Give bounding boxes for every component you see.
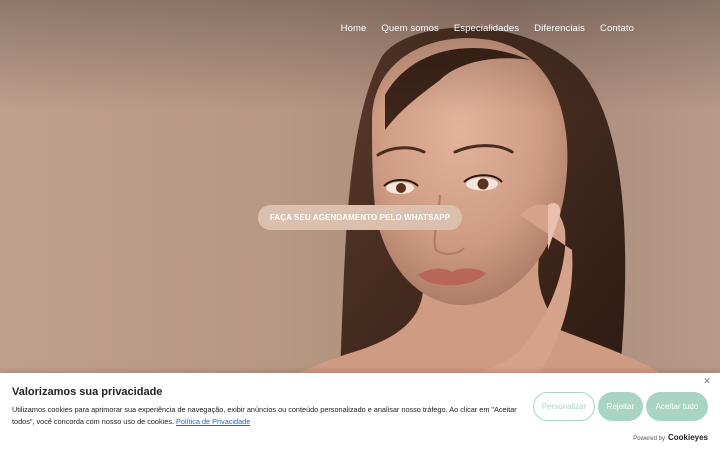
cookie-banner-title: Valorizamos sua privacidade	[12, 386, 163, 398]
nav-especialidades[interactable]: Especialidades	[454, 23, 519, 34]
accept-all-button[interactable]: Aceitar tudo	[646, 392, 708, 421]
close-icon[interactable]: ✕	[702, 376, 712, 386]
hero-section: Home Quem somos Especialidades Diferenci…	[0, 0, 720, 373]
nav-quem-somos[interactable]: Quem somos	[381, 23, 439, 34]
privacy-policy-link[interactable]: Política de Privacidade	[176, 417, 250, 426]
nav-home[interactable]: Home	[341, 23, 367, 34]
nav-contato[interactable]: Contato	[600, 23, 634, 34]
cookieyes-logo[interactable]: Cookieyes	[668, 433, 708, 442]
hero-portrait-image	[0, 0, 720, 373]
cookie-banner-text: Utilizamos cookies para aprimorar sua ex…	[12, 404, 527, 428]
main-nav: Home Quem somos Especialidades Diferenci…	[341, 23, 634, 34]
customize-button[interactable]: Personalizar	[533, 392, 595, 421]
powered-by-label: Powered by	[633, 436, 665, 442]
cookie-banner: ✕ Valorizamos sua privacidade Utilizamos…	[0, 373, 720, 450]
whatsapp-booking-button[interactable]: FAÇA SEU AGENDAMENTO PELO WHATSAPP	[258, 205, 462, 230]
reject-button[interactable]: Rejeitar	[598, 392, 643, 421]
cookie-banner-body: Utilizamos cookies para aprimorar sua ex…	[12, 405, 517, 426]
nav-diferenciais[interactable]: Diferenciais	[534, 23, 585, 34]
powered-by: Powered by Cookieyes	[633, 433, 708, 442]
